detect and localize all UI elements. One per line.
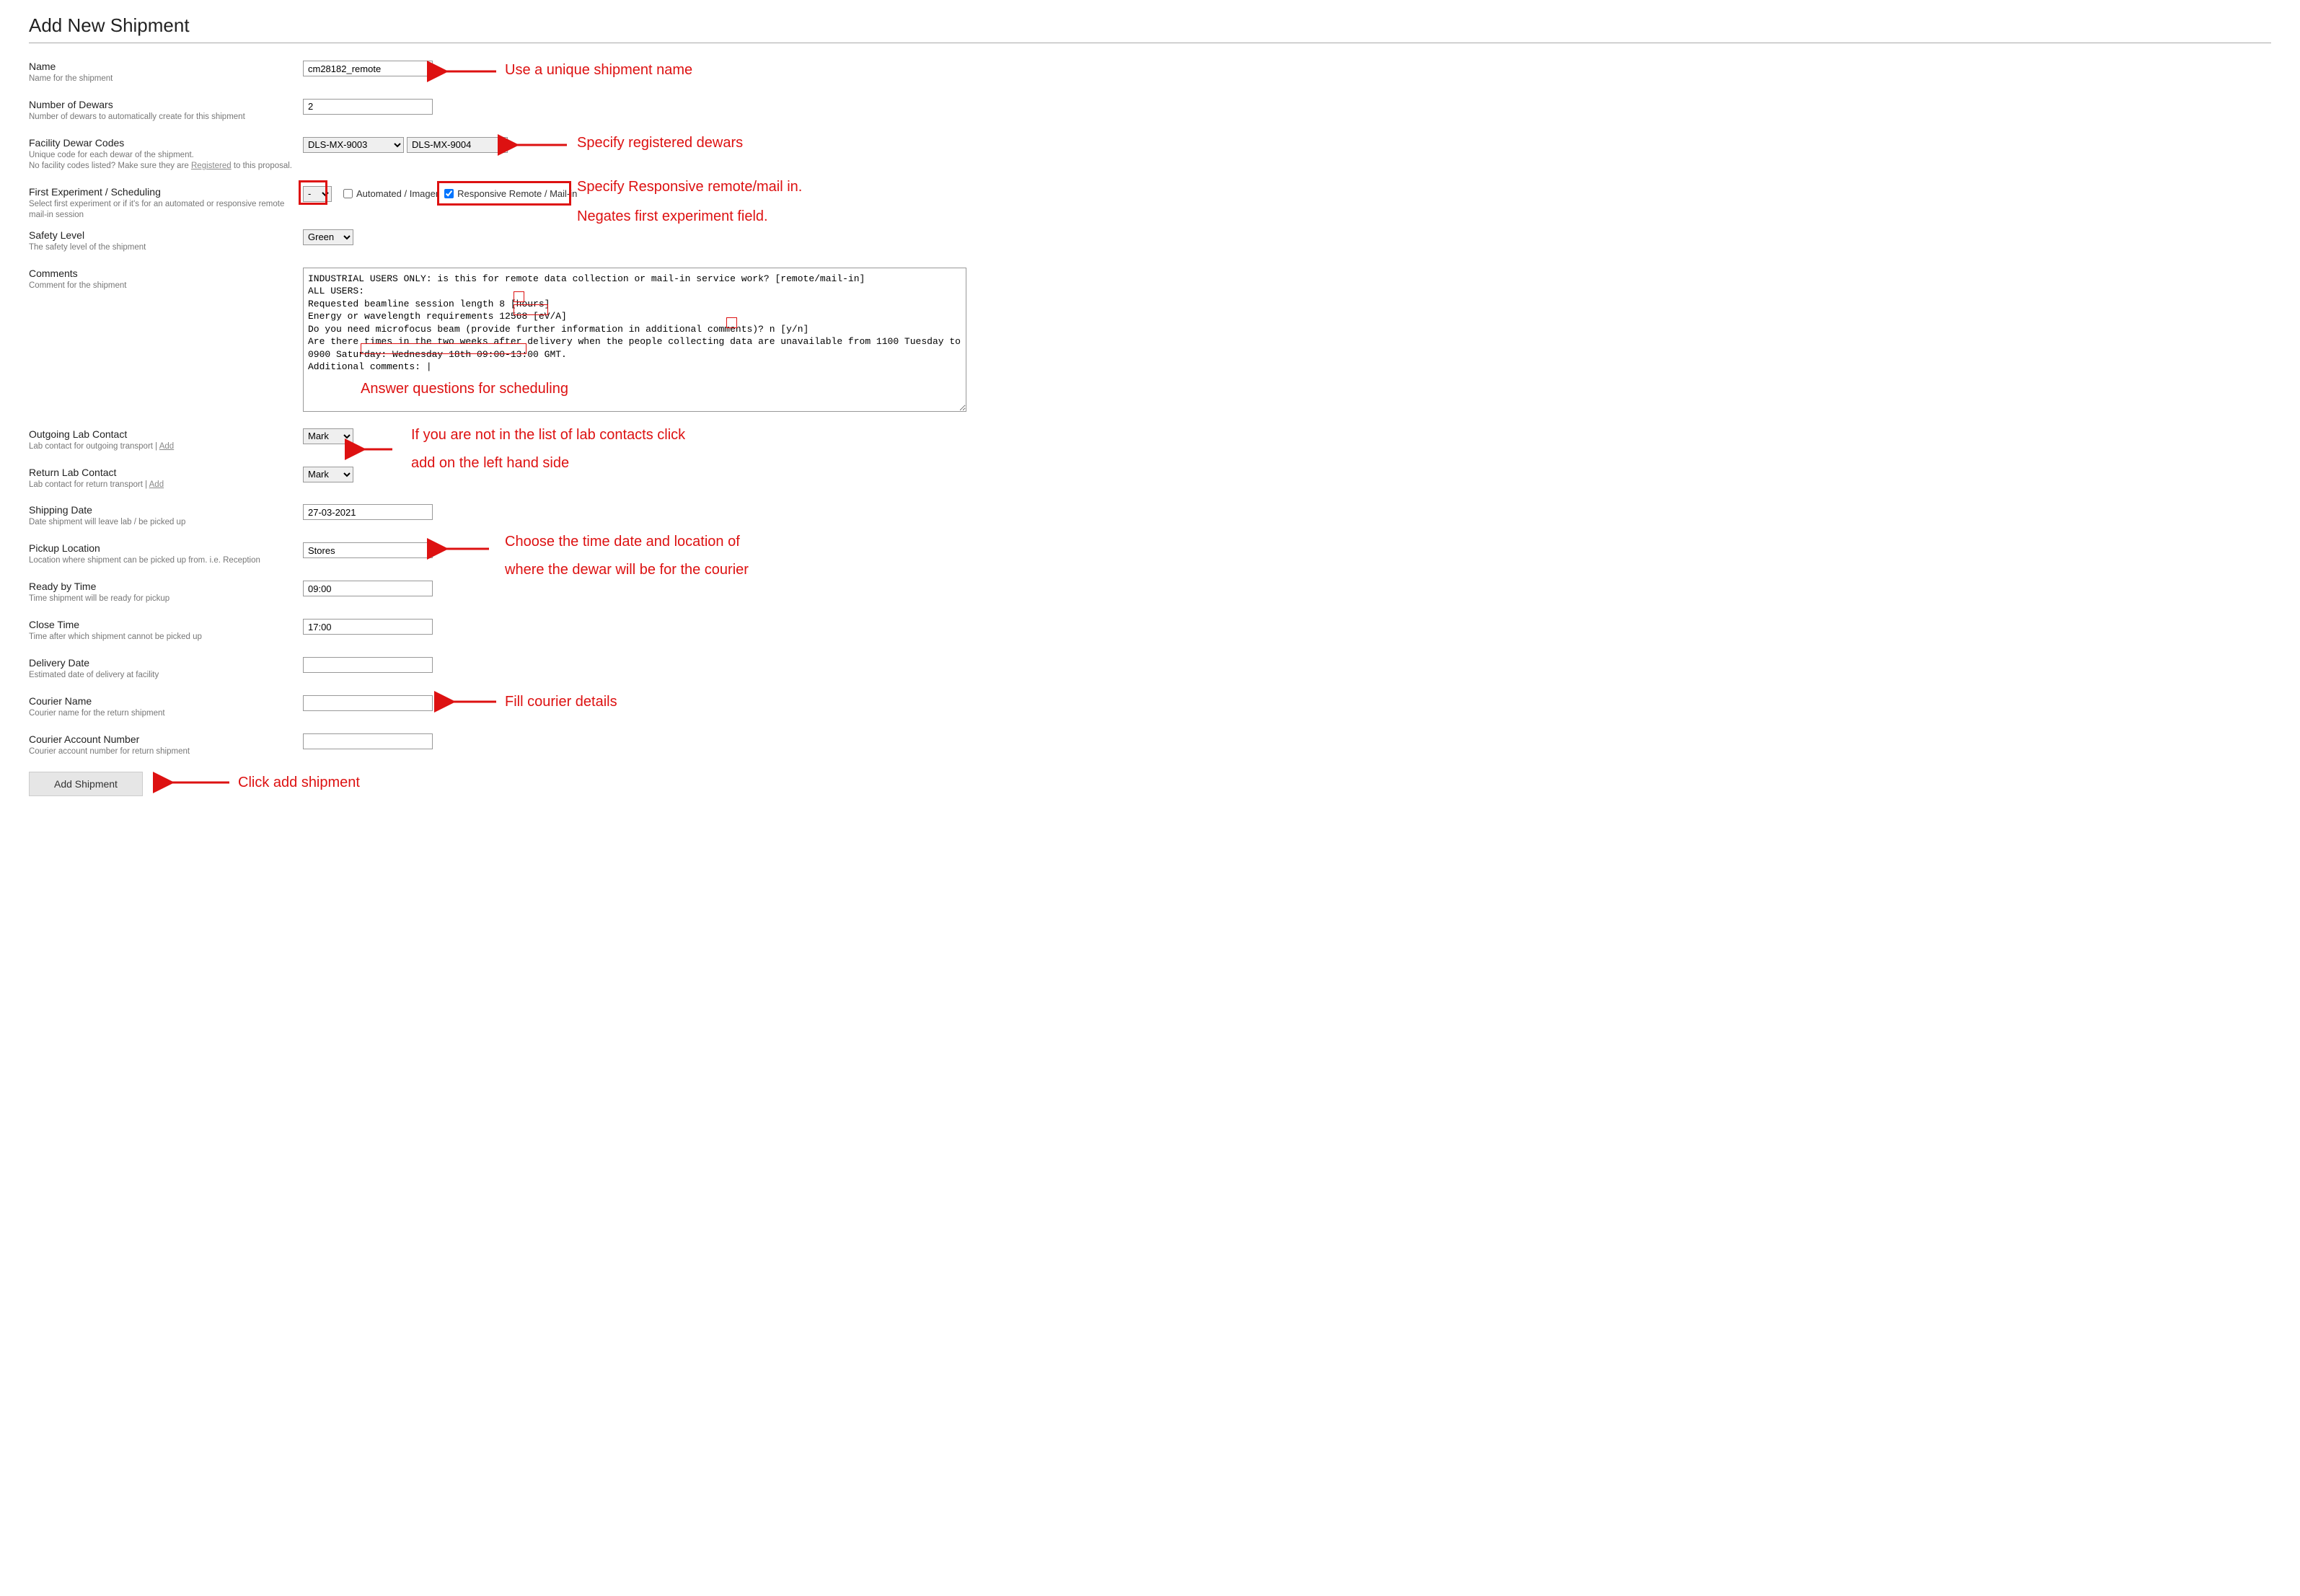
courier-name-label: Courier Name — [29, 695, 296, 707]
first-exp-session-select[interactable]: - — [303, 186, 332, 202]
deliv-date-desc: Estimated date of delivery at facility — [29, 670, 296, 681]
annot-date-location-1: Choose the time date and location of — [505, 532, 815, 552]
num-dewars-desc: Number of dewars to automatically create… — [29, 112, 296, 123]
first-exp-label: First Experiment / Scheduling — [29, 186, 296, 198]
responsive-checkbox[interactable] — [444, 189, 454, 198]
pickup-desc: Location where shipment can be picked up… — [29, 555, 296, 566]
comments-textarea[interactable] — [303, 268, 966, 412]
ship-date-desc: Date shipment will leave lab / be picked… — [29, 517, 296, 528]
courier-acct-desc: Courier account number for return shipme… — [29, 746, 296, 757]
annot-name: Use a unique shipment name — [505, 61, 692, 80]
page-title: Add New Shipment — [29, 14, 2271, 37]
annot-responsive-1: Specify Responsive remote/mail in. — [577, 177, 880, 197]
deliv-date-label: Delivery Date — [29, 657, 296, 669]
courier-name-input[interactable] — [303, 695, 433, 711]
return-select[interactable]: Mark — [303, 467, 353, 482]
close-desc: Time after which shipment cannot be pick… — [29, 632, 296, 643]
name-label: Name — [29, 61, 296, 72]
return-add-link[interactable]: Add — [149, 480, 164, 489]
safety-desc: The safety level of the shipment — [29, 242, 296, 253]
facility-code-select-1[interactable]: DLS-MX-9003 — [303, 137, 404, 153]
ready-input[interactable] — [303, 581, 433, 596]
facility-codes-desc: Unique code for each dewar of the shipme… — [29, 150, 296, 172]
facility-codes-label: Facility Dewar Codes — [29, 137, 296, 149]
first-exp-desc: Select first experiment or if it's for a… — [29, 199, 296, 221]
annot-submit: Click add shipment — [238, 773, 360, 793]
annot-date-location-2: where the dewar will be for the courier — [505, 560, 815, 580]
num-dewars-input[interactable] — [303, 99, 433, 115]
name-desc: Name for the shipment — [29, 74, 296, 84]
courier-name-desc: Courier name for the return shipment — [29, 708, 296, 719]
outgoing-select[interactable]: Mark — [303, 428, 353, 444]
outgoing-desc: Lab contact for outgoing transport | Add — [29, 441, 296, 452]
close-input[interactable] — [303, 619, 433, 635]
add-shipment-button[interactable]: Add Shipment — [29, 772, 143, 796]
annot-responsive-2: Negates first experiment field. — [577, 207, 880, 226]
pickup-input[interactable] — [303, 542, 433, 558]
outgoing-add-link[interactable]: Add — [159, 442, 174, 451]
annot-dewars: Specify registered dewars — [577, 133, 743, 153]
comments-label: Comments — [29, 268, 296, 279]
pickup-label: Pickup Location — [29, 542, 296, 554]
comments-desc: Comment for the shipment — [29, 281, 296, 291]
ship-date-input[interactable] — [303, 504, 433, 520]
courier-acct-input[interactable] — [303, 733, 433, 749]
facility-code-select-2[interactable]: DLS-MX-9004 — [407, 137, 508, 153]
annot-labcontact-1: If you are not in the list of lab contac… — [411, 426, 757, 445]
ready-label: Ready by Time — [29, 581, 296, 592]
num-dewars-label: Number of Dewars — [29, 99, 296, 110]
safety-label: Safety Level — [29, 229, 296, 241]
registered-link[interactable]: Registered — [191, 162, 232, 170]
ready-desc: Time shipment will be ready for pickup — [29, 594, 296, 604]
automated-checkbox[interactable] — [343, 189, 353, 198]
safety-select[interactable]: Green — [303, 229, 353, 245]
automated-label: Automated / Imager — [356, 188, 439, 199]
name-input[interactable] — [303, 61, 433, 76]
responsive-label: Responsive Remote / Mail-in — [457, 188, 577, 199]
return-label: Return Lab Contact — [29, 467, 296, 478]
close-label: Close Time — [29, 619, 296, 630]
courier-acct-label: Courier Account Number — [29, 733, 296, 745]
return-desc: Lab contact for return transport | Add — [29, 480, 296, 490]
annot-courier: Fill courier details — [505, 692, 617, 712]
deliv-date-input[interactable] — [303, 657, 433, 673]
outgoing-label: Outgoing Lab Contact — [29, 428, 296, 440]
ship-date-label: Shipping Date — [29, 504, 296, 516]
